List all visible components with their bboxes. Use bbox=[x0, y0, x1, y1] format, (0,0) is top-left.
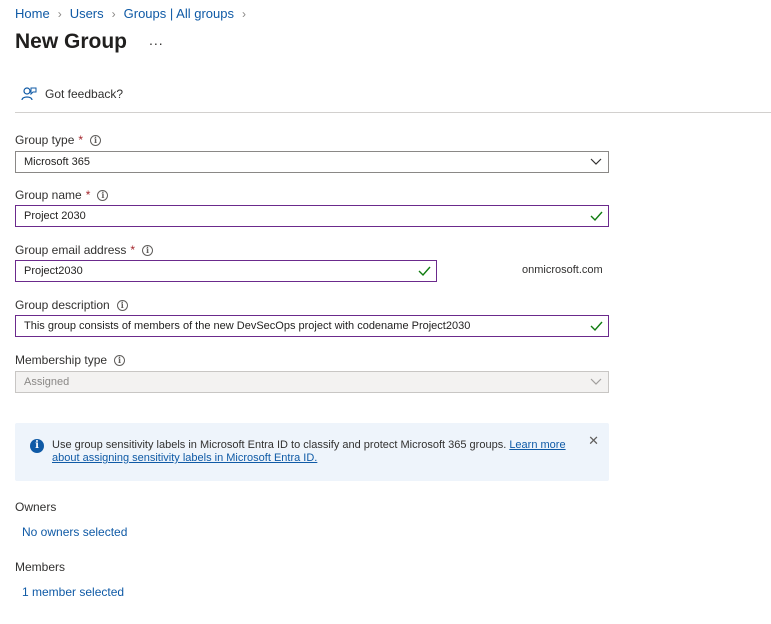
breadcrumb-groups[interactable]: Groups | All groups bbox=[124, 6, 234, 21]
command-bar: Got feedback? bbox=[15, 86, 771, 113]
required-mark: * bbox=[85, 188, 91, 202]
membership-type-label: Membership type i bbox=[15, 353, 126, 367]
group-description-label-text: Group description bbox=[15, 298, 110, 312]
info-icon[interactable]: i bbox=[97, 189, 109, 201]
chevron-down-icon bbox=[590, 158, 602, 165]
required-mark: * bbox=[78, 133, 84, 147]
group-description-label: Group description i bbox=[15, 298, 128, 312]
required-mark: * bbox=[130, 243, 136, 257]
checkmark-icon bbox=[590, 211, 603, 222]
group-name-label-text: Group name bbox=[15, 188, 82, 202]
breadcrumb-users[interactable]: Users bbox=[70, 6, 104, 21]
group-description-input[interactable]: This group consists of members of the ne… bbox=[15, 315, 609, 337]
members-link[interactable]: 1 member selected bbox=[22, 585, 124, 599]
new-group-page: Home › Users › Groups | All groups › New… bbox=[0, 0, 771, 624]
members-label: Members bbox=[15, 560, 66, 574]
sensitivity-info-banner: i Use group sensitivity labels in Micros… bbox=[15, 423, 609, 481]
info-icon[interactable]: i bbox=[142, 244, 154, 256]
group-email-label-text: Group email address bbox=[15, 243, 127, 257]
owners-label: Owners bbox=[15, 500, 57, 514]
membership-type-value: Assigned bbox=[24, 376, 70, 388]
feedback-button[interactable]: Got feedback? bbox=[21, 86, 123, 102]
group-type-dropdown[interactable]: Microsoft 365 bbox=[15, 151, 609, 173]
group-name-value: Project 2030 bbox=[24, 210, 86, 222]
feedback-label: Got feedback? bbox=[45, 87, 124, 101]
group-type-label: Group type * i bbox=[15, 133, 102, 147]
page-title: New Group bbox=[15, 30, 128, 53]
membership-type-label-text: Membership type bbox=[15, 353, 108, 367]
chevron-right-icon: › bbox=[241, 6, 246, 21]
group-email-value: Project2030 bbox=[24, 265, 83, 277]
more-options-button[interactable]: ... bbox=[149, 32, 164, 48]
checkmark-icon bbox=[590, 321, 603, 332]
group-name-label: Group name * i bbox=[15, 188, 109, 202]
email-domain: onmicrosoft.com bbox=[522, 264, 603, 276]
info-message-text: Use group sensitivity labels in Microsof… bbox=[52, 439, 507, 451]
group-description-value: This group consists of members of the ne… bbox=[24, 320, 471, 332]
title-row: New Group ... bbox=[15, 30, 164, 54]
chevron-down-icon bbox=[590, 378, 602, 385]
breadcrumb-home[interactable]: Home bbox=[15, 6, 50, 21]
breadcrumb: Home › Users › Groups | All groups › bbox=[15, 6, 254, 21]
membership-type-dropdown: Assigned bbox=[15, 371, 609, 393]
info-icon[interactable]: i bbox=[114, 354, 126, 366]
chevron-right-icon: › bbox=[111, 6, 116, 21]
checkmark-icon bbox=[418, 266, 431, 277]
feedback-person-icon bbox=[21, 87, 37, 101]
group-email-label: Group email address * i bbox=[15, 243, 154, 257]
info-message: Use group sensitivity labels in Microsof… bbox=[52, 439, 572, 465]
group-type-label-text: Group type bbox=[15, 133, 75, 147]
chevron-right-icon: › bbox=[57, 6, 62, 21]
owners-link[interactable]: No owners selected bbox=[22, 525, 127, 539]
info-icon[interactable]: i bbox=[90, 134, 102, 146]
group-email-input[interactable]: Project2030 bbox=[15, 260, 437, 282]
close-icon[interactable]: ✕ bbox=[588, 433, 599, 449]
info-icon[interactable]: i bbox=[116, 299, 128, 311]
group-type-value: Microsoft 365 bbox=[24, 156, 91, 168]
group-name-input[interactable]: Project 2030 bbox=[15, 205, 609, 227]
info-icon: i bbox=[30, 439, 44, 453]
